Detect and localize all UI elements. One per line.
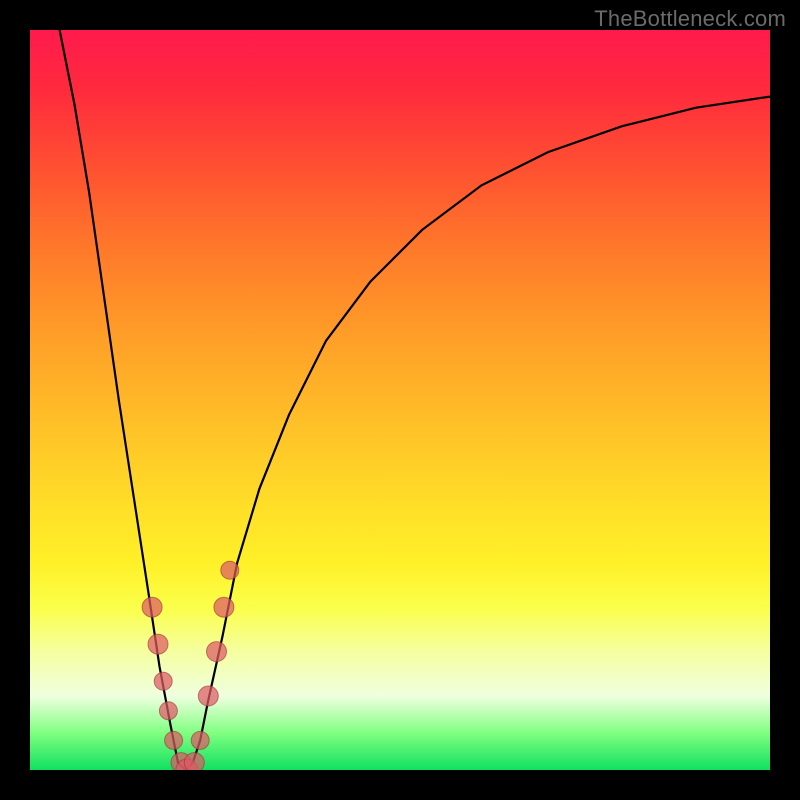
data-marker xyxy=(207,642,227,662)
data-marker xyxy=(142,597,162,617)
marker-group xyxy=(142,561,239,770)
data-marker xyxy=(159,702,177,720)
data-marker xyxy=(214,597,234,617)
chart-svg xyxy=(30,30,770,770)
data-marker xyxy=(148,634,168,654)
data-marker xyxy=(154,672,172,690)
data-marker xyxy=(184,753,204,770)
bottleneck-curve xyxy=(60,30,770,770)
plot-area xyxy=(30,30,770,770)
data-marker xyxy=(165,731,183,749)
data-marker xyxy=(221,561,239,579)
watermark-text: TheBottleneck.com xyxy=(594,6,786,32)
data-marker xyxy=(198,686,218,706)
data-marker xyxy=(191,731,209,749)
chart-frame: TheBottleneck.com xyxy=(0,0,800,800)
